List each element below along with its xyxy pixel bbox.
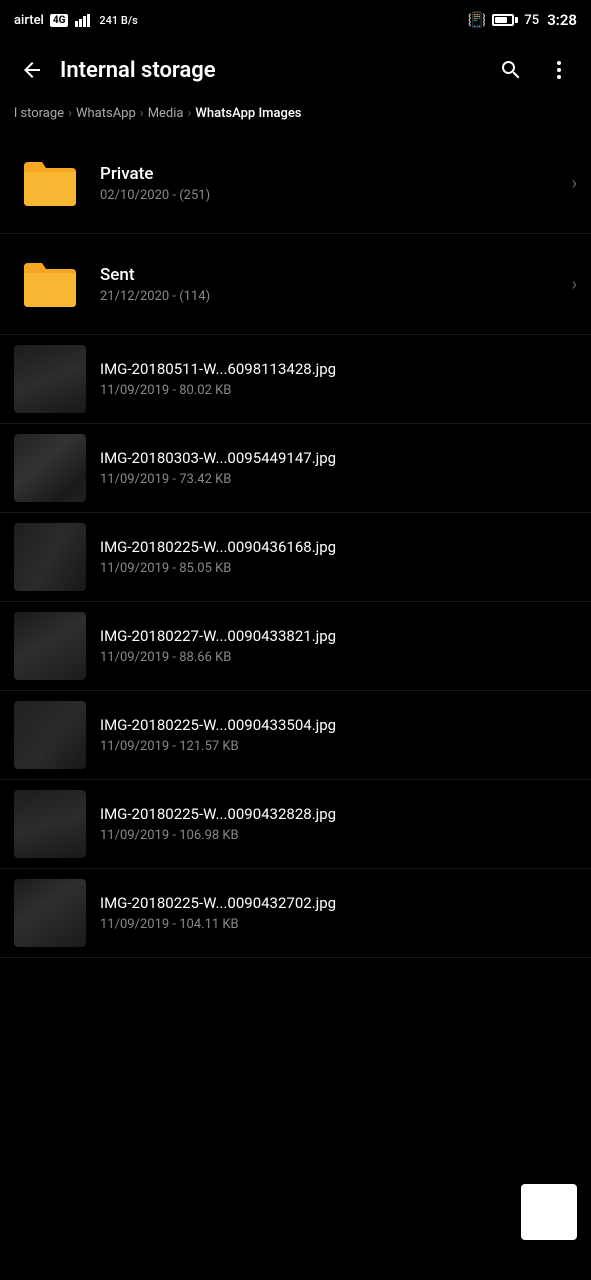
search-button[interactable] (489, 48, 533, 92)
file-meta-6: 11/09/2019 - 104.11 KB (100, 917, 577, 932)
file-item-3[interactable]: IMG-20180227-W...0090433821.jpg 11/09/20… (0, 602, 591, 691)
file-item-2[interactable]: IMG-20180225-W...0090436168.jpg 11/09/20… (0, 513, 591, 602)
file-thumb-1 (14, 434, 86, 502)
file-meta-2: 11/09/2019 - 85.05 KB (100, 561, 577, 576)
battery-percent: 75 (524, 13, 539, 28)
back-button[interactable] (10, 48, 54, 92)
vibrate-icon: 📳 (468, 11, 487, 29)
image-file-list: IMG-20180511-W...6098113428.jpg 11/09/20… (0, 335, 591, 958)
file-thumb-6 (14, 879, 86, 947)
time-display: 3:28 (547, 11, 577, 29)
file-list: Private 02/10/2020 - (251) › Sent 21/12/… (0, 133, 591, 335)
back-arrow-icon (20, 58, 44, 82)
file-name-4: IMG-20180225-W...0090433504.jpg (100, 716, 577, 734)
file-name-5: IMG-20180225-W...0090432828.jpg (100, 805, 577, 823)
folder-item-private[interactable]: Private 02/10/2020 - (251) › (0, 133, 591, 234)
file-meta-1: 11/09/2019 - 73.42 KB (100, 472, 577, 487)
file-item-4[interactable]: IMG-20180225-W...0090433504.jpg 11/09/20… (0, 691, 591, 780)
search-icon (499, 58, 523, 82)
scroll-fab[interactable] (521, 1184, 577, 1240)
file-thumb-0 (14, 345, 86, 413)
breadcrumb-item-whatsapp[interactable]: WhatsApp (76, 106, 136, 121)
breadcrumb-item-media[interactable]: Media (148, 106, 184, 121)
status-right: 📳 75 3:28 (468, 11, 577, 29)
file-info-1: IMG-20180303-W...0095449147.jpg 11/09/20… (86, 449, 577, 487)
file-thumb-4 (14, 701, 86, 769)
page-title: Internal storage (54, 58, 489, 83)
file-info-0: IMG-20180511-W...6098113428.jpg 11/09/20… (86, 360, 577, 398)
file-name-0: IMG-20180511-W...6098113428.jpg (100, 360, 577, 378)
folder-svg-private (20, 158, 80, 208)
file-meta-4: 11/09/2019 - 121.57 KB (100, 739, 577, 754)
signal-icon (75, 13, 93, 27)
file-name-2: IMG-20180225-W...0090436168.jpg (100, 538, 577, 556)
file-name-6: IMG-20180225-W...0090432702.jpg (100, 894, 577, 912)
battery-icon (492, 14, 518, 26)
breadcrumb: l storage › WhatsApp › Media › WhatsApp … (0, 102, 591, 133)
file-info-4: IMG-20180225-W...0090433504.jpg 11/09/20… (86, 716, 577, 754)
file-name-1: IMG-20180303-W...0095449147.jpg (100, 449, 577, 467)
status-bar: airtel 4G 241 B/s 📳 75 3:28 (0, 0, 591, 38)
folder-svg-sent (20, 259, 80, 309)
file-item-6[interactable]: IMG-20180225-W...0090432702.jpg 11/09/20… (0, 869, 591, 958)
more-vertical-icon (547, 58, 571, 82)
file-meta-0: 11/09/2019 - 80.02 KB (100, 383, 577, 398)
network-badge: 4G (50, 14, 69, 27)
folder-meta-private: 02/10/2020 - (251) (100, 188, 572, 203)
status-left: airtel 4G 241 B/s (14, 13, 138, 28)
file-info-5: IMG-20180225-W...0090432828.jpg 11/09/20… (86, 805, 577, 843)
nav-actions (489, 48, 581, 92)
file-info-6: IMG-20180225-W...0090432702.jpg 11/09/20… (86, 894, 577, 932)
data-speed: 241 B/s (99, 14, 137, 27)
file-meta-3: 11/09/2019 - 88.66 KB (100, 650, 577, 665)
breadcrumb-sep-3: › (188, 106, 192, 121)
file-name-3: IMG-20180227-W...0090433821.jpg (100, 627, 577, 645)
breadcrumb-sep-1: › (68, 106, 72, 121)
folder-item-sent[interactable]: Sent 21/12/2020 - (114) › (0, 234, 591, 335)
file-thumb-3 (14, 612, 86, 680)
folder-name-private: Private (100, 164, 572, 184)
folder-icon-private (14, 147, 86, 219)
breadcrumb-item-storage[interactable]: l storage (14, 106, 64, 121)
file-thumb-5 (14, 790, 86, 858)
folder-chevron-sent: › (572, 274, 577, 295)
folder-name-sent: Sent (100, 265, 572, 285)
file-meta-5: 11/09/2019 - 106.98 KB (100, 828, 577, 843)
folder-chevron-private: › (572, 173, 577, 194)
file-info-3: IMG-20180227-W...0090433821.jpg 11/09/20… (86, 627, 577, 665)
folder-info-private: Private 02/10/2020 - (251) (86, 164, 572, 203)
folder-icon-sent (14, 248, 86, 320)
breadcrumb-item-whatsapp-images[interactable]: WhatsApp Images (195, 106, 301, 121)
file-item-1[interactable]: IMG-20180303-W...0095449147.jpg 11/09/20… (0, 424, 591, 513)
file-info-2: IMG-20180225-W...0090436168.jpg 11/09/20… (86, 538, 577, 576)
file-item-0[interactable]: IMG-20180511-W...6098113428.jpg 11/09/20… (0, 335, 591, 424)
more-options-button[interactable] (537, 48, 581, 92)
breadcrumb-sep-2: › (140, 106, 144, 121)
nav-bar: Internal storage (0, 38, 591, 102)
carrier-label: airtel (14, 13, 44, 28)
folder-info-sent: Sent 21/12/2020 - (114) (86, 265, 572, 304)
file-thumb-2 (14, 523, 86, 591)
folder-meta-sent: 21/12/2020 - (114) (100, 289, 572, 304)
file-item-5[interactable]: IMG-20180225-W...0090432828.jpg 11/09/20… (0, 780, 591, 869)
